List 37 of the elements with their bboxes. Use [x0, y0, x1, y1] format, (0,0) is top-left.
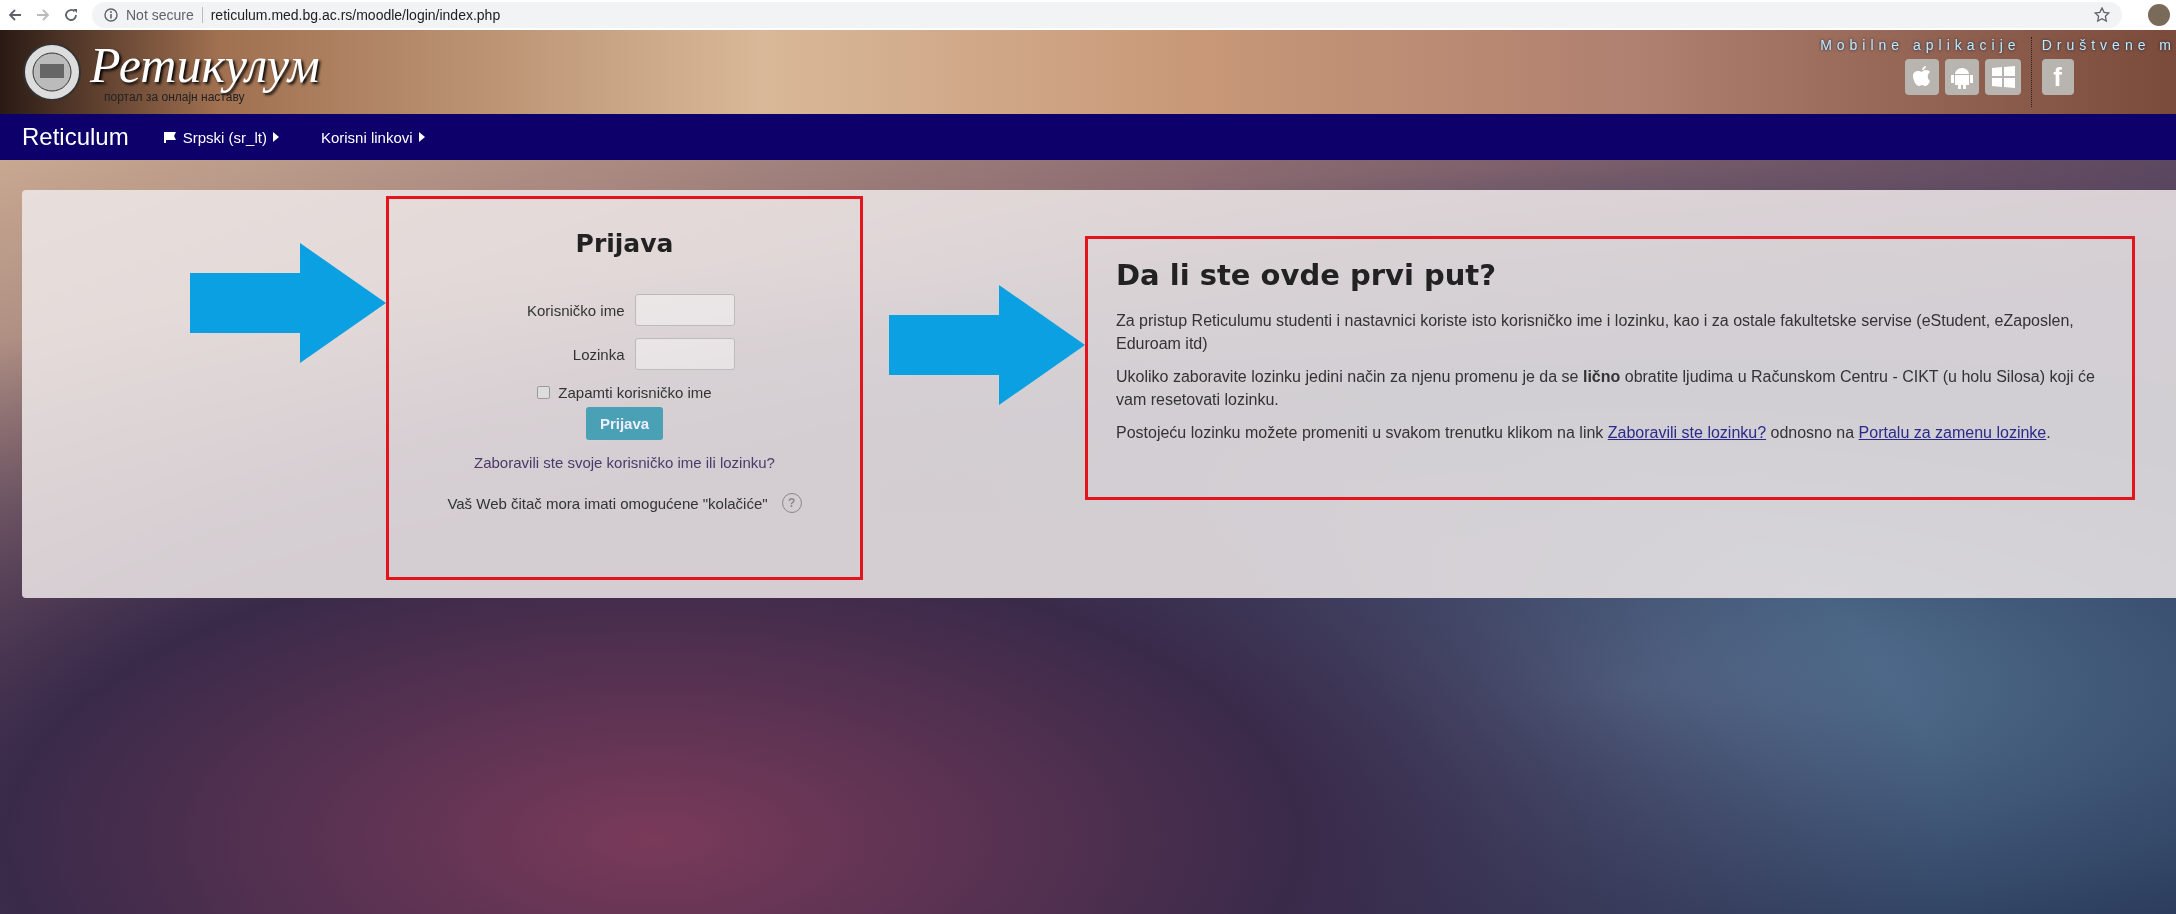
back-icon[interactable]: [8, 8, 22, 22]
android-icon[interactable]: [1944, 59, 1979, 95]
social-media-label: Društvene m: [2041, 37, 2176, 53]
info-paragraph: Postojeću lozinku možete promeniti u svakom trenutku klikom na link Zaboravili ste lozinku? odnosno na Portalu za zamenu lozinke.: [1116, 423, 2052, 443]
caret-icon: [272, 132, 279, 142]
security-label: Not secure: [126, 7, 194, 23]
links-menu[interactable]: Korisni linkovi: [320, 128, 425, 146]
reload-icon[interactable]: [64, 8, 78, 22]
arrow-icon: [889, 285, 1085, 405]
windows-icon[interactable]: [1984, 59, 2021, 95]
university-seal-icon: [22, 42, 82, 102]
login-title: Prijava: [575, 229, 674, 258]
cookies-note: Vaš Web čitač mora imati omogućene "kolačiće": [447, 494, 768, 512]
brand-link[interactable]: Reticulum: [22, 123, 129, 151]
apple-icon[interactable]: [1904, 59, 1939, 95]
password-link[interactable]: Zaboravili ste lozinku?: [1607, 424, 1767, 441]
password-link[interactable]: Portalu za zamenu lozinke: [1858, 424, 2047, 441]
arrow-icon: [190, 243, 386, 363]
info-paragraph: Ukoliko zaboravite lozinku jedini način za njenu promenu je da se lično obratite ljudima u Računskom Centru - CIKT (u holu Silosa) koji će vam resetovati lozinku.: [1116, 367, 2096, 410]
remember-label: Zapamti korisničko ime: [558, 384, 712, 401]
field-label: Korisničko ime: [525, 301, 625, 319]
info-paragraph: Za pristup Reticulumu studenti i nastavnici koriste isto korisničko ime i lozinku, kao i za ostale fakultetske servise (eStudent, eZaposlen, Eduroam itd): [1116, 311, 2075, 354]
flag-icon: [162, 131, 177, 143]
avatar-icon[interactable]: [2148, 4, 2170, 26]
forgot-link[interactable]: Zaboravili ste svoje korisničko ime ili lozinku?: [474, 454, 775, 471]
url-text: reticulum.med.bg.ac.rs/moodle/login/index.php: [210, 7, 501, 23]
language-menu[interactable]: Srpski (sr_lt): [162, 128, 279, 146]
input-field[interactable]: [634, 338, 735, 370]
remember-checkbox[interactable]: [537, 386, 551, 399]
field-label: Lozinka: [571, 345, 625, 363]
caret-icon: [418, 132, 425, 142]
input-field[interactable]: [634, 294, 735, 326]
info-title: Da li ste ovde prvi put?: [1116, 257, 1498, 294]
mobile-apps-label: Mobilne aplikacije: [1820, 37, 2021, 53]
address-bar[interactable]: Not secure reticulum.med.bg.ac.rs/moodle/login/index.php: [92, 2, 2122, 28]
star-icon[interactable]: [2094, 7, 2110, 23]
info-icon: [104, 8, 118, 22]
